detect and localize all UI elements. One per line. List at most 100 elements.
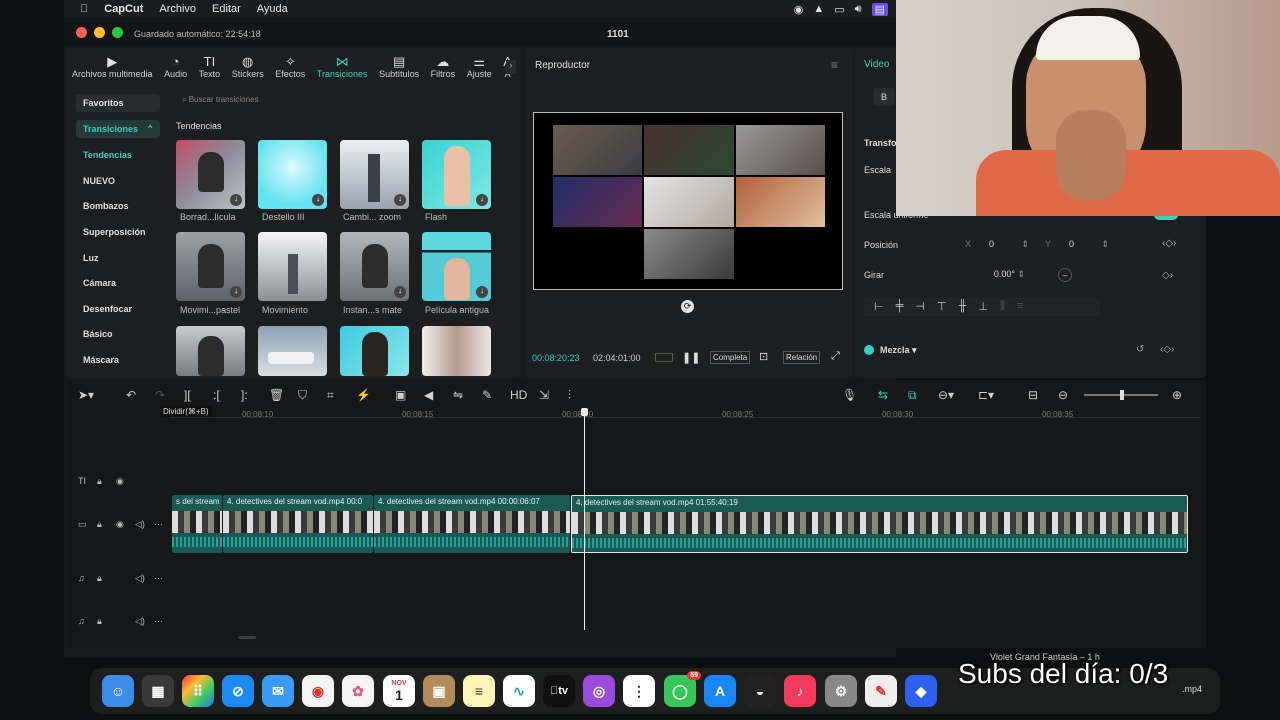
caption-icon[interactable]: ⊟ <box>1028 388 1038 402</box>
ratio-button[interactable]: Relación <box>783 351 821 364</box>
toolbar-scroll-right[interactable]: › <box>506 60 516 74</box>
reverse-icon[interactable]: ◀ <box>424 388 433 402</box>
align-left-icon[interactable]: ⊢ <box>874 300 884 314</box>
align-center-icon[interactable]: ╪ <box>896 300 904 314</box>
split-icon[interactable]: ][ <box>184 388 191 402</box>
video-preview[interactable] <box>533 112 843 290</box>
download-icon[interactable]: ↓ <box>394 286 406 298</box>
calculator-icon[interactable]: ▦ <box>142 675 174 707</box>
split-right-icon[interactable]: ]: <box>241 388 248 402</box>
category-mascara[interactable]: Máscara <box>83 355 119 365</box>
link-icon[interactable]: ⧉ <box>908 388 917 403</box>
distribute-v-icon[interactable]: ≡ <box>1017 300 1023 314</box>
stepper-icon[interactable]: ⇕ <box>1101 239 1109 250</box>
chrome-icon[interactable]: ◉ <box>302 675 334 707</box>
search-input[interactable]: ⌕ Buscar transiciones <box>176 92 510 110</box>
messages-icon[interactable]: ◯ 59 <box>664 671 701 707</box>
select-tool-icon[interactable]: ➤▾ <box>78 388 94 402</box>
reset-icon[interactable]: ↺ <box>1136 344 1144 355</box>
hd-icon[interactable]: HD <box>510 388 527 402</box>
export-frame-icon[interactable]: ⇲ <box>539 388 549 402</box>
redo-icon[interactable]: ↷ <box>155 388 165 402</box>
screenshot-icon[interactable]: ⊡ <box>759 350 768 363</box>
apple-icon[interactable]:  <box>80 3 88 15</box>
rotate-field[interactable]: 0.00° ⇕ <box>960 266 1030 282</box>
transition-thumb-10[interactable] <box>258 326 327 376</box>
volume-icon[interactable]: 🔊︎ <box>855 3 862 16</box>
tool-audio[interactable]: ◔ Audio <box>164 54 187 80</box>
tray-display-icon[interactable]: ▭ <box>834 3 844 16</box>
download-icon[interactable]: ↓ <box>230 194 242 206</box>
transition-thumb-7[interactable]: ↓ <box>340 232 409 301</box>
lock-icon[interactable]: 🔒︎ <box>97 616 102 627</box>
more-icon[interactable]: ⋯ <box>154 519 163 530</box>
more-icon[interactable]: ⋯ <box>154 616 163 627</box>
download-icon[interactable]: ↓ <box>394 194 406 206</box>
launchpad-icon[interactable]: ⠿ <box>182 675 214 707</box>
tool-effects[interactable]: ✧ Efectos <box>275 54 305 80</box>
align-top-icon[interactable]: ⊤ <box>937 300 947 314</box>
freeze-icon[interactable]: ▣ <box>395 388 406 402</box>
freeform-icon[interactable]: ∿ <box>503 675 535 707</box>
basic-tab[interactable]: B <box>874 88 894 106</box>
tool-subtitles[interactable]: ▤ Subtítulos <box>379 54 419 80</box>
minimize-icon[interactable] <box>94 27 105 38</box>
tray-upload-icon[interactable]: ▲ <box>813 3 824 16</box>
align-middle-icon[interactable]: ╫ <box>959 300 967 314</box>
roblox-icon[interactable]: ◆ <box>905 675 937 707</box>
menu-archivo[interactable]: Archivo <box>159 3 196 15</box>
tool-stickers[interactable]: ◍ Stickers <box>232 54 264 80</box>
transition-thumb-6[interactable] <box>258 232 327 301</box>
transition-thumb-11[interactable] <box>340 326 409 376</box>
magic-icon[interactable]: ✎ <box>482 388 492 402</box>
contacts-icon[interactable]: ▣ <box>423 675 455 707</box>
zoom-out-icon[interactable]: ⊖ <box>1058 388 1068 402</box>
transition-thumb-2[interactable]: ↓ <box>258 140 327 209</box>
position-x-field[interactable]: X 0 ⇕ <box>960 236 1034 252</box>
mail-icon[interactable]: ✉ <box>262 675 294 707</box>
menu-editar[interactable]: Editar <box>212 3 241 15</box>
preview-axis-icon[interactable]: ⊖▾ <box>938 388 954 402</box>
audio-split-icon[interactable]: ⫶ <box>568 388 571 403</box>
download-icon[interactable]: ↓ <box>312 194 324 206</box>
download-icon[interactable]: ↓ <box>476 194 488 206</box>
category-nuevo[interactable]: NUEVO <box>83 176 115 186</box>
mute-icon[interactable]: ◁) <box>135 573 145 584</box>
mirror-icon[interactable]: ⇋ <box>453 388 463 402</box>
zoom-slider[interactable] <box>1084 390 1158 400</box>
eye-icon[interactable]: ◉ <box>116 519 124 530</box>
lock-icon[interactable]: 🔒︎ <box>97 519 102 530</box>
reminders-icon[interactable]: ⋮ <box>623 675 655 707</box>
stepper-icon[interactable]: ⇕ <box>1017 269 1025 279</box>
split-left-icon[interactable]: :[ <box>213 388 220 402</box>
microphone-icon[interactable]: 🎙︎ <box>842 388 857 402</box>
finder-icon[interactable]: ☺ <box>102 675 134 707</box>
tool-media[interactable]: ▶ Archivos multimedia <box>72 54 153 80</box>
appstore-icon[interactable]: A <box>704 675 736 707</box>
keyframe-icon[interactable]: ‹◇› <box>1160 344 1174 355</box>
more-icon[interactable]: ⋯ <box>154 573 163 584</box>
transition-thumb-12[interactable] <box>422 326 491 376</box>
transitions-group[interactable]: Transiciones ⌃ <box>76 120 160 138</box>
zoom-slider-handle[interactable] <box>1120 390 1124 400</box>
rotate-handle-icon[interactable]: ⟳ <box>681 300 694 313</box>
video-clip-selected[interactable]: 4. detectives del stream vod.mp4 01:55:4… <box>571 495 1188 553</box>
music-icon[interactable]: ♪ <box>784 675 816 707</box>
stepper-icon[interactable]: ⇕ <box>1021 239 1029 250</box>
notes-icon[interactable]: ≡ <box>463 675 495 707</box>
category-luz[interactable]: Luz <box>83 253 99 263</box>
tool-adjust[interactable]: ⚌ Ajuste <box>467 54 492 80</box>
download-icon[interactable]: ↓ <box>476 286 488 298</box>
mute-icon[interactable]: ◁) <box>135 616 145 627</box>
pencil-app-icon[interactable]: ✎ <box>865 675 897 707</box>
tray-app-icon[interactable]: ◉ <box>794 3 804 16</box>
transition-thumb-3[interactable]: ↓ <box>340 140 409 209</box>
mute-icon[interactable]: ◁) <box>135 519 145 530</box>
waveform-icon[interactable] <box>655 353 673 362</box>
zoom-in-icon[interactable]: ⊕ <box>1172 388 1182 402</box>
category-camara[interactable]: Cámara <box>83 278 116 288</box>
shield-icon[interactable]: ⛉ <box>298 388 307 403</box>
playhead-handle[interactable] <box>581 408 588 416</box>
pause-icon[interactable]: ❚❚ <box>682 351 700 364</box>
delete-icon[interactable]: 🗑︎ <box>269 388 284 402</box>
